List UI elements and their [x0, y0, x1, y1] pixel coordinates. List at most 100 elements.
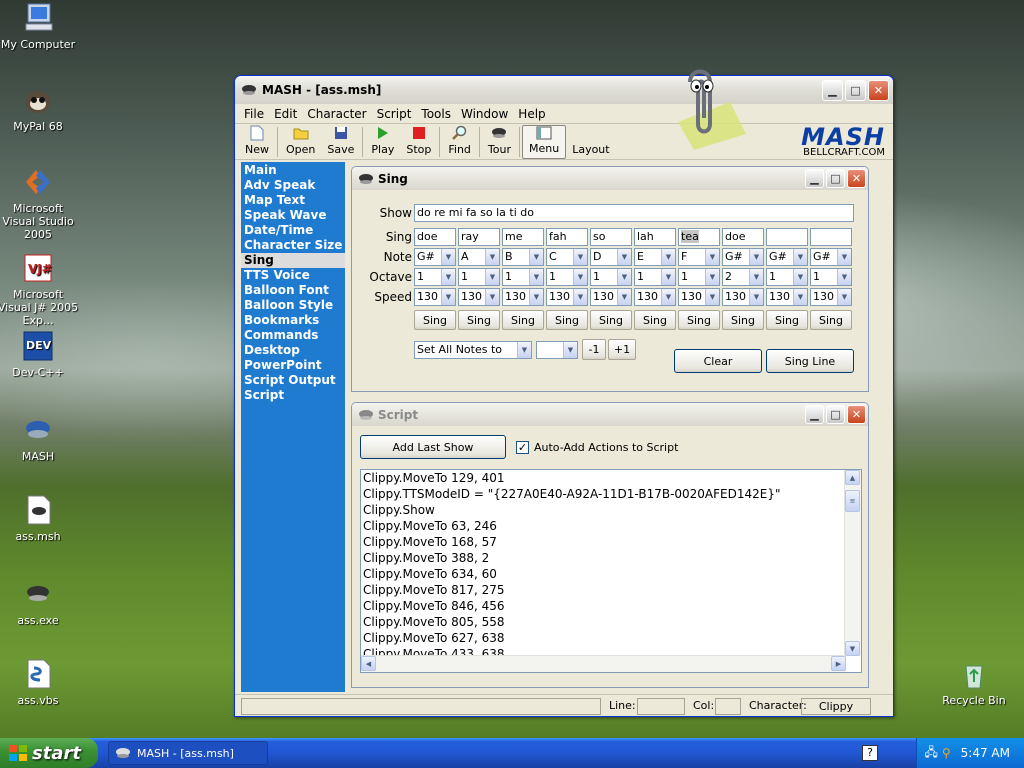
- play-button[interactable]: Play: [365, 125, 400, 159]
- speed-select-8[interactable]: 130 ▼: [722, 288, 764, 306]
- octave-select-7[interactable]: 1 ▼: [678, 268, 720, 286]
- sing-word-input-1[interactable]: doe: [414, 228, 456, 246]
- tour-button[interactable]: Tour: [482, 125, 517, 159]
- sing-title-bar[interactable]: Sing ▁ □ ✕: [352, 167, 868, 190]
- menu-help[interactable]: Help: [513, 107, 550, 121]
- desktop-icon-mypal[interactable]: MyPal 68: [0, 84, 80, 133]
- sing-line-button[interactable]: Sing Line: [766, 349, 854, 373]
- sidebar-item-date-time[interactable]: Date/Time: [241, 223, 345, 238]
- scroll-up-button[interactable]: ▲: [845, 470, 860, 485]
- search-icon[interactable]: ⚲: [942, 746, 951, 760]
- desktop-icon-recycle-bin[interactable]: Recycle Bin: [932, 658, 1016, 707]
- sidebar-item-adv-speak[interactable]: Adv Speak: [241, 178, 345, 193]
- sidebar-item-balloon-font[interactable]: Balloon Font: [241, 283, 345, 298]
- sing-word-input-8[interactable]: doe: [722, 228, 764, 246]
- minimize-button[interactable]: ▁: [822, 80, 843, 101]
- close-button[interactable]: ✕: [868, 80, 889, 101]
- menu-script[interactable]: Script: [372, 107, 417, 121]
- scroll-down-button[interactable]: ▼: [845, 641, 860, 656]
- sing-word-input-5[interactable]: so: [590, 228, 632, 246]
- scroll-right-button[interactable]: ▶: [831, 656, 846, 671]
- octave-select-5[interactable]: 1 ▼: [590, 268, 632, 286]
- sing-note-button-5[interactable]: Sing: [590, 310, 632, 330]
- sidebar-item-character-size[interactable]: Character Size: [241, 238, 345, 253]
- note-select-1[interactable]: G# ▼: [414, 248, 456, 266]
- sing-word-input-6[interactable]: lah: [634, 228, 676, 246]
- speed-select-9[interactable]: 130 ▼: [766, 288, 808, 306]
- horizontal-scrollbar[interactable]: ◀ ▶: [361, 655, 846, 672]
- open-button[interactable]: Open: [280, 125, 321, 159]
- find-button[interactable]: Find: [442, 125, 477, 159]
- desktop-icon-dev-cpp[interactable]: DEV Dev-C++: [0, 330, 80, 379]
- layout-button[interactable]: Layout: [566, 125, 615, 159]
- menu-file[interactable]: File: [239, 107, 269, 121]
- new-button[interactable]: New: [239, 125, 275, 159]
- sidebar-item-speak-wave[interactable]: Speak Wave: [241, 208, 345, 223]
- sing-note-button-7[interactable]: Sing: [678, 310, 720, 330]
- minimize-button[interactable]: ▁: [805, 169, 824, 188]
- sing-note-button-10[interactable]: Sing: [810, 310, 852, 330]
- sing-word-input-3[interactable]: me: [502, 228, 544, 246]
- menu-edit[interactable]: Edit: [269, 107, 302, 121]
- auto-add-checkbox[interactable]: ✓: [516, 441, 529, 454]
- desktop-icon-visual-studio[interactable]: Microsoft Visual Studio 2005: [0, 166, 80, 241]
- desktop-icon-visual-jsharp[interactable]: VJ# Microsoft Visual J# 2005 Exp...: [0, 252, 80, 327]
- minimize-button[interactable]: ▁: [805, 405, 824, 424]
- show-input[interactable]: do re mi fa so la ti do: [414, 204, 854, 222]
- menu-tools[interactable]: Tools: [416, 107, 456, 121]
- sidebar-item-sing[interactable]: Sing: [241, 253, 345, 268]
- sing-note-button-6[interactable]: Sing: [634, 310, 676, 330]
- sing-word-input-7[interactable]: tea: [678, 228, 720, 246]
- script-text-area[interactable]: Clippy.MoveTo 129, 401 Clippy.TTSModeID =…: [360, 469, 862, 673]
- octave-select-8[interactable]: 2 ▼: [722, 268, 764, 286]
- note-select-4[interactable]: C ▼: [546, 248, 588, 266]
- octave-select-4[interactable]: 1 ▼: [546, 268, 588, 286]
- note-select-2[interactable]: A ▼: [458, 248, 500, 266]
- title-bar[interactable]: MASH - [ass.msh] ▁ □ ✕: [235, 76, 893, 104]
- note-select-9[interactable]: G# ▼: [766, 248, 808, 266]
- speed-select-4[interactable]: 130 ▼: [546, 288, 588, 306]
- add-last-show-button[interactable]: Add Last Show: [360, 435, 506, 459]
- octave-minus-button[interactable]: -1: [582, 339, 606, 360]
- sing-note-button-3[interactable]: Sing: [502, 310, 544, 330]
- save-button[interactable]: Save: [321, 125, 360, 159]
- sing-note-button-2[interactable]: Sing: [458, 310, 500, 330]
- note-select-10[interactable]: G# ▼: [810, 248, 852, 266]
- close-button[interactable]: ✕: [847, 169, 866, 188]
- sidebar-item-desktop[interactable]: Desktop: [241, 343, 345, 358]
- note-select-7[interactable]: F ▼: [678, 248, 720, 266]
- help-icon[interactable]: ?: [862, 745, 878, 761]
- sidebar-item-commands[interactable]: Commands: [241, 328, 345, 343]
- set-all-notes-value-select[interactable]: ▼: [536, 341, 578, 359]
- sidebar-item-script[interactable]: Script: [241, 388, 345, 403]
- vertical-scrollbar[interactable]: ▲ ≡ ▼: [844, 470, 861, 656]
- clippy-character[interactable]: [670, 62, 750, 152]
- octave-select-3[interactable]: 1 ▼: [502, 268, 544, 286]
- desktop-icon-ass-msh[interactable]: ass.msh: [0, 494, 80, 543]
- sidebar-item-script-output[interactable]: Script Output: [241, 373, 345, 388]
- maximize-button[interactable]: □: [845, 80, 866, 101]
- maximize-button[interactable]: □: [826, 169, 845, 188]
- sidebar-item-tts-voice[interactable]: TTS Voice: [241, 268, 345, 283]
- speed-select-10[interactable]: 130 ▼: [810, 288, 852, 306]
- speed-select-7[interactable]: 130 ▼: [678, 288, 720, 306]
- speed-select-5[interactable]: 130 ▼: [590, 288, 632, 306]
- set-all-notes-select[interactable]: Set All Notes to ▼: [414, 341, 532, 359]
- scroll-thumb[interactable]: ≡: [845, 490, 860, 512]
- note-select-5[interactable]: D ▼: [590, 248, 632, 266]
- sing-word-input-10[interactable]: [810, 228, 852, 246]
- octave-select-2[interactable]: 1 ▼: [458, 268, 500, 286]
- scroll-left-button[interactable]: ◀: [361, 656, 376, 671]
- sing-note-button-1[interactable]: Sing: [414, 310, 456, 330]
- stop-button[interactable]: Stop: [400, 125, 437, 159]
- octave-select-9[interactable]: 1 ▼: [766, 268, 808, 286]
- speed-select-1[interactable]: 130 ▼: [414, 288, 456, 306]
- sidebar-item-map-text[interactable]: Map Text: [241, 193, 345, 208]
- octave-select-6[interactable]: 1 ▼: [634, 268, 676, 286]
- menu-toggle-button[interactable]: Menu: [522, 125, 567, 159]
- sidebar-item-balloon-style[interactable]: Balloon Style: [241, 298, 345, 313]
- script-title-bar[interactable]: Script ▁ □ ✕: [352, 403, 868, 426]
- sing-word-input-9[interactable]: [766, 228, 808, 246]
- sing-note-button-4[interactable]: Sing: [546, 310, 588, 330]
- close-button[interactable]: ✕: [847, 405, 866, 424]
